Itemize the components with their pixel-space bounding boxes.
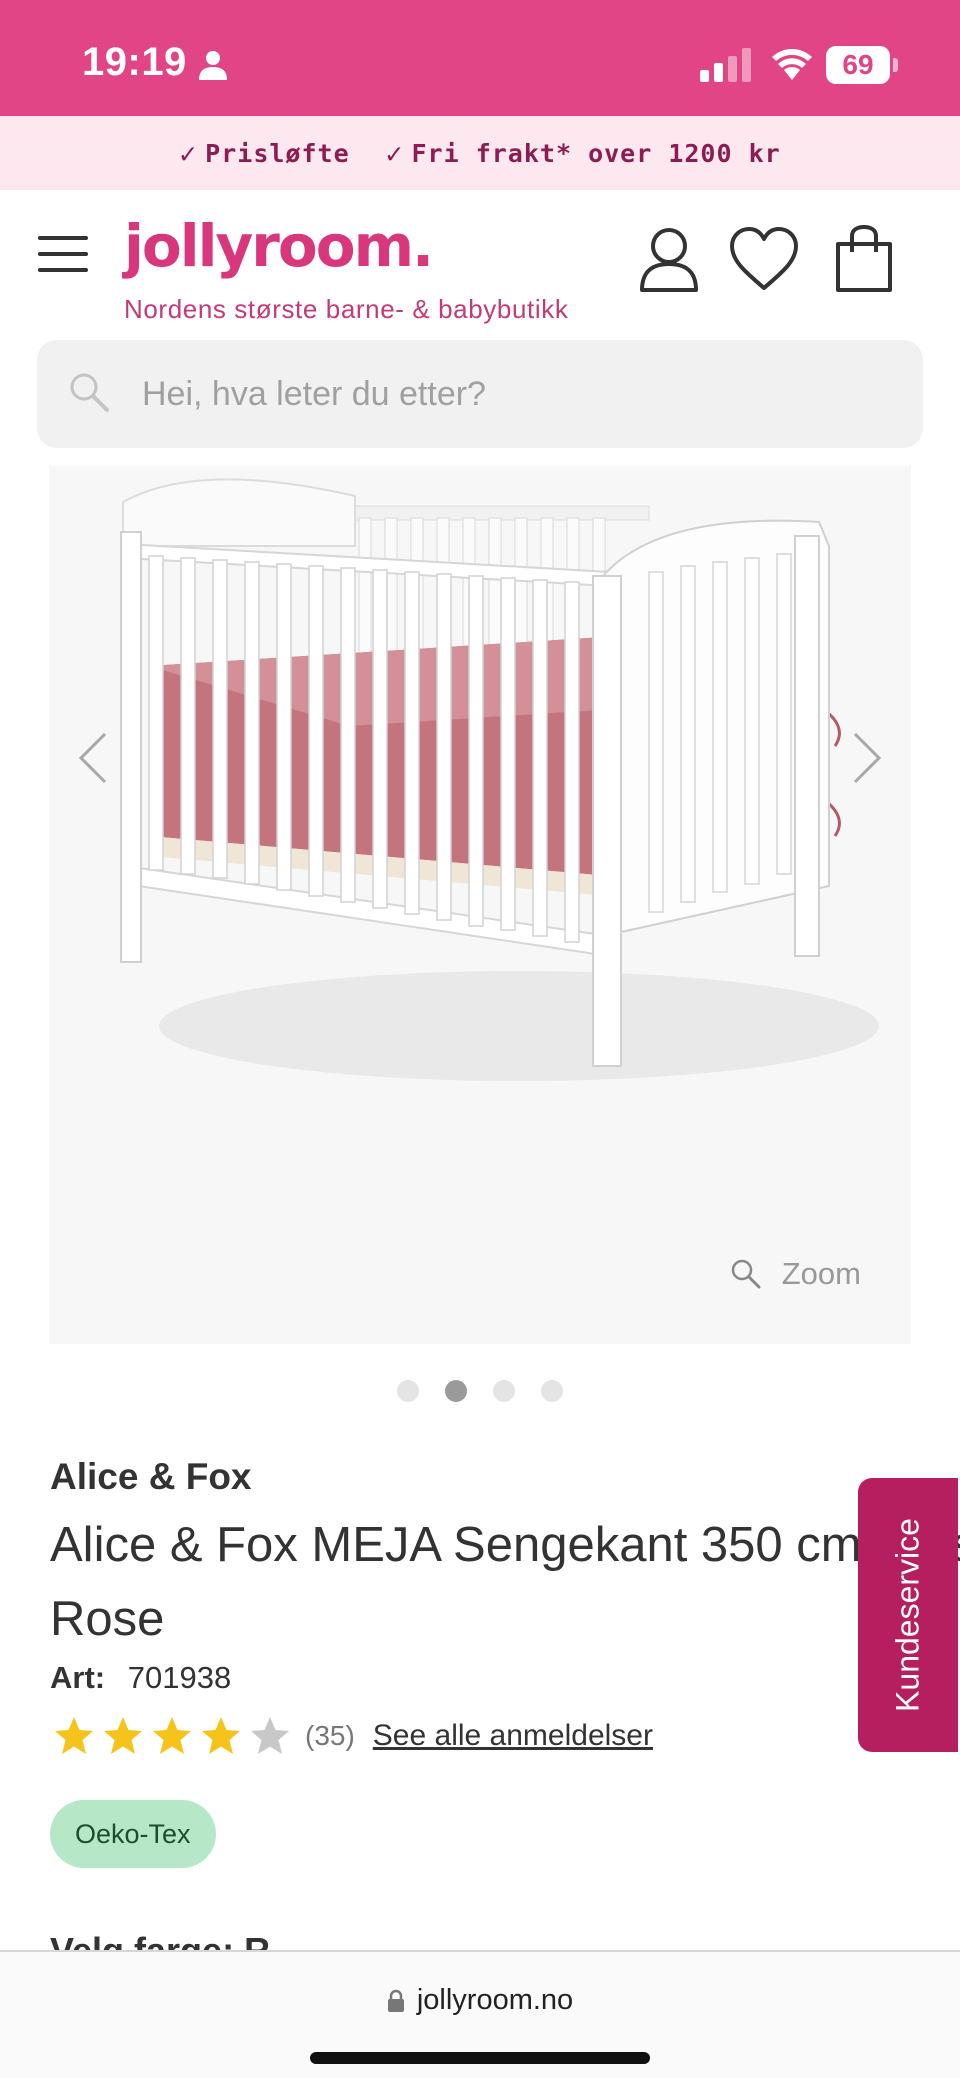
wifi-icon (772, 49, 812, 80)
article-number: Art: 701938 (50, 1660, 231, 1696)
search-icon (70, 373, 109, 412)
gallery-pagination (0, 1380, 960, 1402)
star-filled-icon (153, 1717, 191, 1754)
customer-service-tab[interactable]: Kundeservice (858, 1478, 958, 1752)
star-filled-icon (202, 1717, 240, 1754)
status-time: 19:19 (82, 40, 187, 84)
signal-icon (700, 48, 751, 82)
product-image-gallery[interactable]: Zoom (49, 466, 911, 1344)
lock-icon (387, 1989, 404, 2012)
chevron-right-icon[interactable] (847, 728, 887, 788)
search-input[interactable] (142, 340, 882, 448)
account-icon[interactable] (636, 224, 702, 294)
person-icon (199, 51, 227, 80)
search-box[interactable] (37, 340, 923, 448)
article-label: Art: (50, 1660, 106, 1695)
battery-level: 69 (826, 46, 890, 84)
star-empty-icon (251, 1717, 289, 1754)
star-filled-icon (104, 1717, 142, 1754)
promo-label: Prisløfte (205, 138, 350, 168)
see-all-reviews-link[interactable]: See alle anmeldelser (373, 1719, 653, 1753)
pagination-dot[interactable] (541, 1380, 563, 1402)
pagination-dot[interactable] (493, 1380, 515, 1402)
product-title: Alice & Fox MEJA Sengekant 350 cm, Dusty… (50, 1518, 960, 1646)
pagination-dot-active[interactable] (445, 1380, 467, 1402)
product-image (120, 478, 879, 1081)
promo-label: Fri frakt* over 1200 kr (411, 138, 781, 168)
heart-icon[interactable] (728, 224, 800, 294)
pagination-dot[interactable] (397, 1380, 419, 1402)
oeko-tex-badge: Oeko-Tex (50, 1800, 216, 1868)
home-indicator[interactable] (310, 2052, 650, 2064)
site-logo[interactable]: jollyroom. (124, 212, 434, 280)
customer-service-label: Kundeservice (889, 1518, 926, 1712)
review-count: (35) (305, 1720, 355, 1751)
cart-icon[interactable] (832, 224, 896, 294)
rating-row: (35) See alle anmeldelser (50, 1712, 653, 1760)
article-value: 701938 (127, 1660, 232, 1695)
site-tagline: Nordens største barne- & babybutikk (124, 294, 569, 324)
battery-icon: 69 (826, 46, 898, 84)
promo-strip: ✓ Prisløfte ✓ Fri frakt* over 1200 kr (0, 116, 960, 190)
chevron-left-icon[interactable] (73, 728, 113, 788)
status-bar: 19:19 69 (0, 0, 960, 116)
checkmark-icon: ✓ (179, 136, 198, 170)
url-text: jollyroom.no (416, 1984, 574, 2016)
promo-item: ✓ Prisløfte (179, 137, 349, 170)
star-filled-icon (55, 1717, 93, 1754)
product-brand[interactable]: Alice & Fox (50, 1456, 252, 1498)
browser-url-bar[interactable]: jollyroom.no (0, 1950, 960, 2078)
site-header: jollyroom. Nordens største barne- & baby… (0, 190, 960, 340)
menu-icon[interactable] (38, 236, 88, 272)
checkmark-icon: ✓ (385, 136, 404, 170)
zoom-label: Zoom (781, 1256, 861, 1291)
url-row[interactable]: jollyroom.no (0, 1984, 960, 2017)
zoom-icon (731, 1259, 761, 1289)
promo-item: ✓ Fri frakt* over 1200 kr (386, 137, 781, 170)
zoom-button[interactable]: Zoom (730, 1256, 861, 1292)
